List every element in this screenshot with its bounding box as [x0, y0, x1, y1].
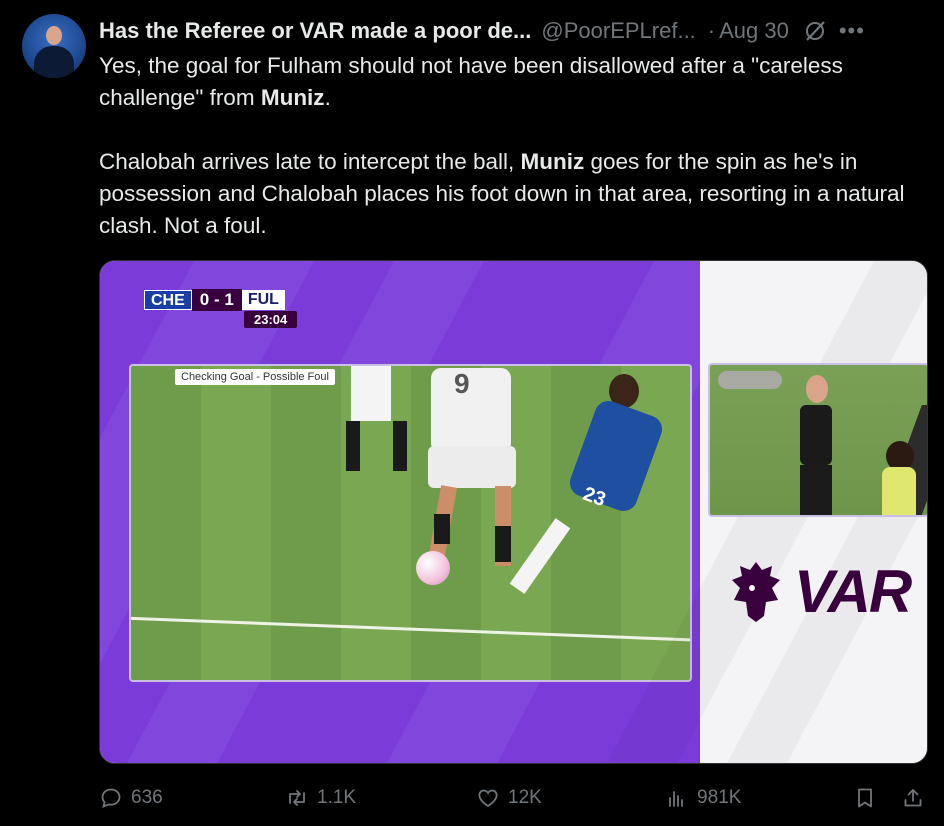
bookmark-button[interactable]: [853, 786, 877, 810]
repost-count: 1.1K: [317, 787, 357, 808]
match-clock: 23:04: [244, 311, 298, 328]
reply-icon: [101, 788, 121, 808]
white-shirt-number: 9: [454, 368, 470, 399]
blue-player: [566, 397, 666, 515]
scorebug: CHE 0 - 1 FUL 23:04: [144, 289, 298, 328]
tweet-paragraph-2: Chalobah arrives late to intercept the b…: [99, 149, 905, 238]
avatar-head: [46, 26, 62, 45]
away-team: FUL: [241, 290, 285, 310]
replay-main-view: Checking Goal - Possible Foul 9 23: [129, 364, 692, 682]
bookmark-icon: [858, 788, 872, 808]
background-player: [351, 366, 391, 421]
var-logo: VAR: [728, 557, 912, 626]
referee-head: [806, 375, 828, 403]
checking-label: Checking Goal - Possible Foul: [175, 369, 335, 385]
premier-league-lion-icon: [732, 561, 780, 622]
author-avatar[interactable]: [22, 14, 86, 78]
like-count: 12K: [508, 787, 542, 808]
tweet-header: Has the Referee or VAR made a poor de...…: [99, 16, 928, 46]
like-icon: [478, 789, 498, 808]
var-side-panel: VAR: [606, 261, 927, 763]
repost-button[interactable]: 1.1K: [285, 786, 356, 810]
avatar-body: [34, 46, 74, 78]
share-button[interactable]: [901, 786, 925, 810]
mention-muniz-2: Muniz: [520, 149, 585, 174]
tweet-date[interactable]: Aug 30: [719, 18, 789, 44]
referee-view: [708, 363, 927, 517]
grok-icon[interactable]: [803, 19, 827, 43]
football: [416, 551, 450, 585]
camera-equipment: [718, 371, 782, 389]
var-text: VAR: [794, 558, 912, 625]
views-icon: [669, 791, 683, 807]
more-icon[interactable]: •••: [839, 18, 865, 44]
white-player: [431, 368, 511, 453]
var-purple-panel: CHE 0 - 1 FUL 23:04 Checking Goal - Poss…: [100, 261, 764, 763]
author-handle[interactable]: @PoorEPLref...: [541, 18, 695, 44]
views-count: 981K: [697, 787, 742, 808]
like-button[interactable]: 12K: [476, 786, 542, 810]
tweet-actions: 636 1.1K 12K 981K: [99, 786, 929, 816]
reply-button[interactable]: 636: [99, 786, 163, 810]
repost-icon: [289, 790, 305, 806]
pitch-line: [131, 616, 690, 643]
match-score: 0 - 1: [191, 289, 242, 311]
share-icon: [904, 789, 922, 807]
mention-muniz: Muniz: [260, 85, 325, 110]
referee: [800, 405, 832, 465]
author-display-name[interactable]: Has the Referee or VAR made a poor de...: [99, 18, 531, 44]
reply-count: 636: [131, 787, 163, 808]
steward: [882, 467, 916, 515]
header-separator: ·: [707, 18, 716, 43]
tweet-media-image[interactable]: CHE 0 - 1 FUL 23:04 Checking Goal - Poss…: [99, 260, 928, 764]
tweet-paragraph-1: Yes, the goal for Fulham should not have…: [99, 53, 843, 110]
views-button[interactable]: 981K: [665, 786, 741, 810]
tweet-body: Yes, the goal for Fulham should not have…: [99, 50, 929, 242]
home-team: CHE: [144, 290, 192, 310]
